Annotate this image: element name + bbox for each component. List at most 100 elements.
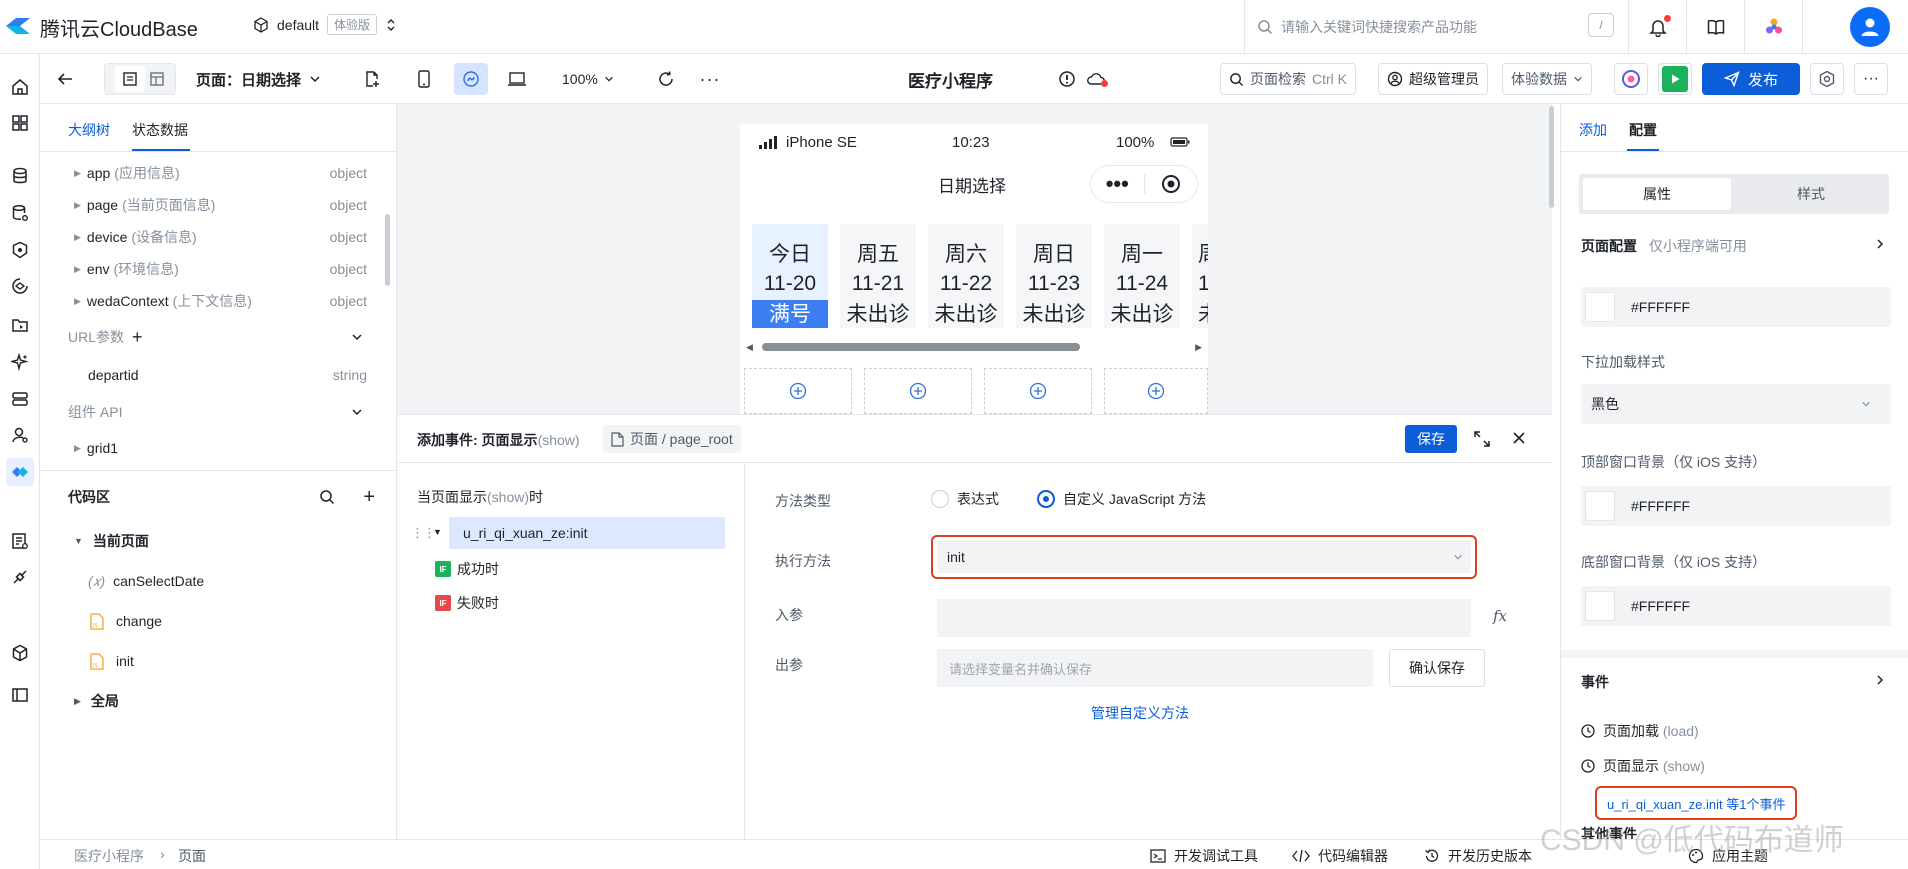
date-cell[interactable]: 周五 11-21 未出诊: [840, 224, 916, 328]
color-swatch[interactable]: [1585, 591, 1615, 621]
app-theme-button[interactable]: 应用主题: [1688, 846, 1768, 866]
tab-state-data[interactable]: 状态数据: [132, 120, 188, 140]
tab-config[interactable]: 配置: [1629, 120, 1657, 140]
var-row-page[interactable]: ▶ page (当前页面信息) object: [40, 190, 397, 220]
exec-method-select[interactable]: init: [937, 541, 1471, 573]
current-page-group[interactable]: ▼ 当前页面: [40, 526, 397, 556]
var-row-env[interactable]: ▶ env (环境信息) object: [40, 254, 397, 284]
ai-assistant-button[interactable]: [1744, 0, 1802, 54]
fail-branch[interactable]: IF 失败时: [435, 593, 499, 613]
back-button[interactable]: [52, 63, 78, 95]
page-view-icon[interactable]: [115, 66, 145, 92]
scrollbar-thumb[interactable]: [385, 214, 390, 286]
bg-color-field[interactable]: #FFFFFF: [1581, 287, 1891, 327]
empty-slot[interactable]: [984, 368, 1092, 414]
capsule-more-icon[interactable]: •••: [1091, 173, 1144, 195]
chevron-down-icon[interactable]: [351, 406, 363, 418]
search-icon[interactable]: [319, 489, 335, 505]
event-binding-link[interactable]: u_ri_qi_xuan_ze.init 等1个事件: [1595, 786, 1798, 820]
user-settings-icon[interactable]: [6, 421, 34, 449]
database-icon[interactable]: [6, 162, 34, 190]
code-item-canselectdate[interactable]: (𝑥) canSelectDate: [40, 566, 397, 596]
status-crumb-app[interactable]: 医疗小程序: [74, 846, 144, 866]
code-item-change[interactable]: JS change: [40, 606, 397, 636]
data-mode-selector[interactable]: 体验数据: [1502, 63, 1592, 95]
pull-style-select[interactable]: 黑色: [1581, 384, 1891, 424]
var-row-wedacontext[interactable]: ▶ wedaContext (上下文信息) object: [40, 286, 397, 316]
device-miniprogram-button[interactable]: [454, 63, 488, 95]
docs-button[interactable]: [1686, 0, 1744, 54]
close-icon[interactable]: [1511, 430, 1527, 446]
date-cell[interactable]: 周日 11-23 未出诊: [1016, 224, 1092, 328]
component-row[interactable]: ▶ grid1: [40, 433, 397, 463]
fx-expression-icon[interactable]: fx: [1493, 607, 1507, 625]
history-button[interactable]: 开发历史版本: [1424, 846, 1532, 866]
date-cell[interactable]: 周六 11-22 未出诊: [928, 224, 1004, 328]
page-selector[interactable]: 页面：日期选择: [196, 63, 321, 95]
action-node[interactable]: u_ri_qi_xuan_ze:init: [449, 517, 725, 549]
event-show-row[interactable]: 页面显示 (show): [1581, 756, 1705, 776]
media-folder-icon[interactable]: [6, 311, 34, 339]
notification-button[interactable]: [1628, 0, 1686, 54]
global-search[interactable]: 请输入关键词快捷搜索产品功能 /: [1244, 0, 1628, 54]
radio-custom-js[interactable]: [1037, 490, 1055, 508]
more-tools-button[interactable]: ···: [696, 63, 724, 95]
layout-view-icon[interactable]: [149, 71, 165, 87]
capsule-close-icon[interactable]: [1144, 174, 1197, 194]
run-preview-button[interactable]: [1658, 63, 1692, 95]
output-var-input[interactable]: 请选择变量名并确认保存: [937, 649, 1373, 687]
ai-copilot-button[interactable]: [1614, 63, 1648, 95]
caret-down-icon[interactable]: ▼: [433, 527, 442, 537]
app-info-button[interactable]: [1056, 63, 1078, 95]
env-selector[interactable]: default 体验版: [253, 14, 397, 35]
weda-editor-icon[interactable]: [6, 458, 34, 486]
code-item-init[interactable]: JS init: [40, 646, 397, 676]
input-params-field[interactable]: [937, 599, 1471, 637]
workflow-icon[interactable]: [6, 272, 34, 300]
drag-handle-icon[interactable]: ⋮⋮: [411, 525, 436, 541]
segment-properties[interactable]: 属性: [1583, 178, 1731, 210]
scroll-thumb[interactable]: [762, 343, 1080, 351]
date-cell[interactable]: 今日 11-20 满号: [752, 224, 828, 328]
status-crumb-page[interactable]: 页面: [178, 846, 206, 866]
scroll-right-icon[interactable]: ▶: [1195, 342, 1202, 353]
tab-outline[interactable]: 大纲树: [68, 120, 110, 140]
event-save-button[interactable]: 保存: [1405, 425, 1457, 453]
horizontal-scrollbar[interactable]: ◀ ▶: [746, 341, 1202, 353]
chevron-down-icon[interactable]: [351, 331, 363, 343]
code-editor-button[interactable]: 代码编辑器: [1292, 846, 1388, 866]
collapse-sidebar-icon[interactable]: [6, 681, 34, 709]
apps-grid-icon[interactable]: [6, 109, 34, 137]
color-swatch[interactable]: [1585, 292, 1615, 322]
report-icon[interactable]: [6, 527, 34, 555]
settings-button[interactable]: [1810, 63, 1844, 95]
top-bg-color-field[interactable]: #FFFFFF: [1581, 486, 1891, 526]
more-menu-button[interactable]: ···: [1854, 63, 1888, 95]
global-search-input[interactable]: 请输入关键词快捷搜索产品功能: [1281, 17, 1477, 37]
confirm-save-button[interactable]: 确认保存: [1389, 649, 1485, 687]
empty-slot[interactable]: [744, 368, 852, 414]
plus-icon[interactable]: +: [132, 327, 143, 348]
cloud-sync-button[interactable]: [1084, 63, 1108, 95]
url-params-section[interactable]: URL参数 +: [40, 322, 397, 352]
dev-tools-button[interactable]: 开发调试工具: [1150, 846, 1258, 866]
bottom-bg-color-field[interactable]: #FFFFFF: [1581, 586, 1891, 626]
device-pc-button[interactable]: [502, 63, 532, 95]
role-selector[interactable]: 超级管理员: [1378, 63, 1488, 95]
add-code-icon[interactable]: +: [363, 486, 375, 509]
storage-icon[interactable]: [6, 385, 34, 413]
expand-icon[interactable]: [1473, 430, 1491, 448]
radio-expression[interactable]: [931, 490, 949, 508]
scroll-left-icon[interactable]: ◀: [746, 342, 753, 353]
segment-styles[interactable]: 样式: [1737, 178, 1885, 210]
date-cell[interactable]: 周一 11-24 未出诊: [1104, 224, 1180, 328]
plugin-icon[interactable]: [6, 639, 34, 667]
new-page-button[interactable]: [358, 63, 386, 95]
page-config-row[interactable]: 页面配置 仅小程序端可用: [1581, 236, 1891, 256]
tab-add[interactable]: 添加: [1579, 120, 1607, 140]
data-model-icon[interactable]: [6, 199, 34, 227]
home-icon[interactable]: [6, 73, 34, 101]
manage-methods-link[interactable]: 管理自定义方法: [1091, 703, 1189, 723]
canvas-scrollbar[interactable]: [1549, 106, 1554, 208]
global-group[interactable]: ▶ 全局: [40, 686, 397, 716]
